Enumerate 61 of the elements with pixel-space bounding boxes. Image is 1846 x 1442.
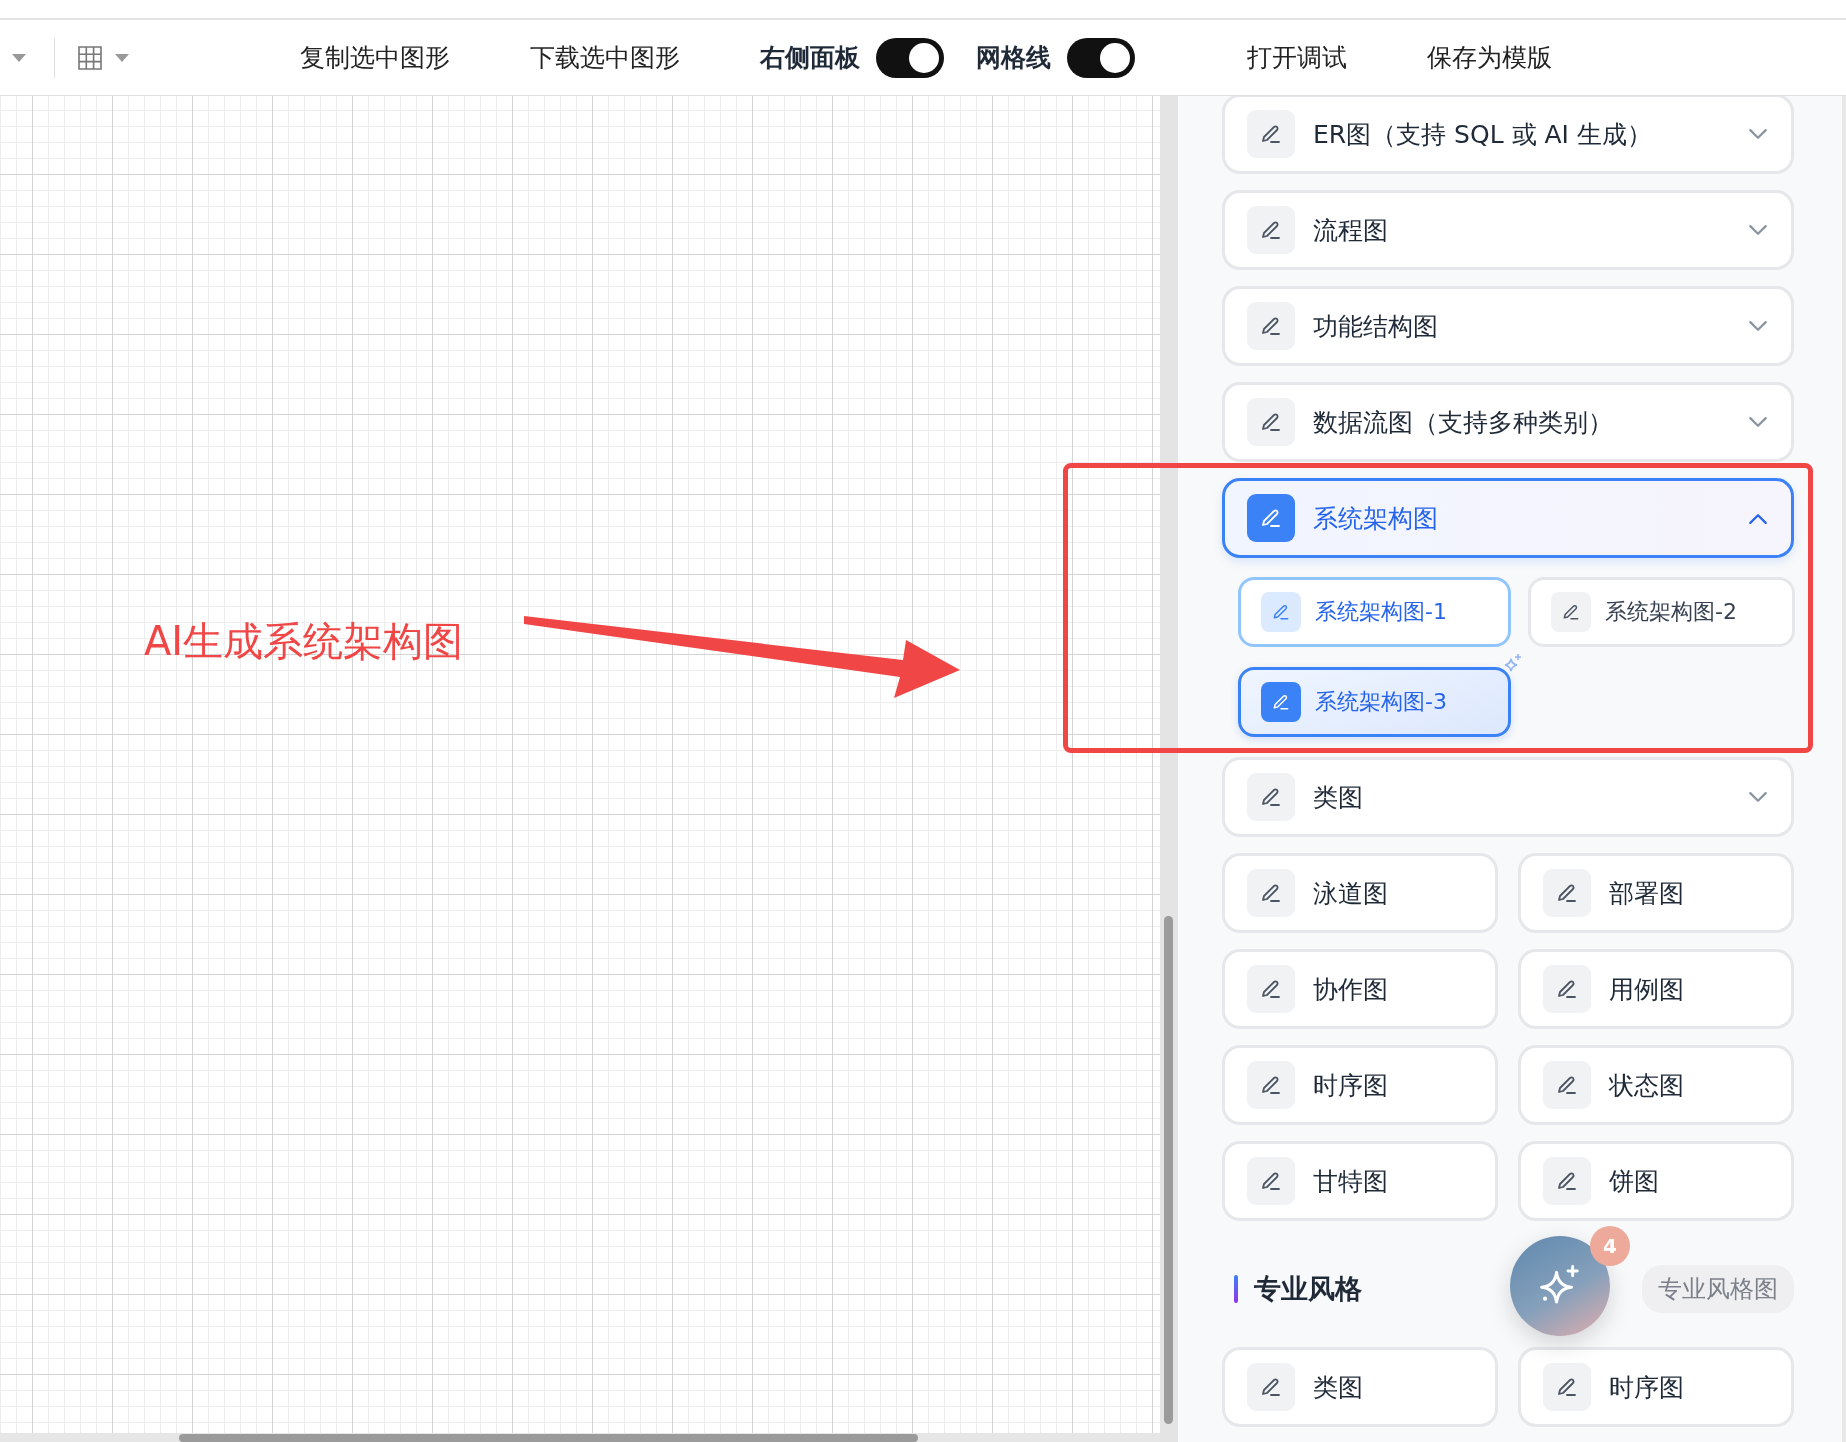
toolbar-button[interactable]: 保存为模版 bbox=[1427, 41, 1552, 74]
accordion-header[interactable]: 数据流图（支持多种类别） bbox=[1222, 382, 1794, 462]
pencil-icon bbox=[1247, 494, 1295, 542]
diagram-variant-button[interactable]: 系统架构图-2 bbox=[1528, 577, 1795, 647]
chevron-down-icon bbox=[1749, 128, 1767, 140]
annotation-text: AI生成系统架构图 bbox=[144, 617, 464, 666]
pencil-icon bbox=[1247, 869, 1295, 917]
pencil-icon bbox=[1261, 682, 1301, 722]
diagram-type-button[interactable]: 协作图 bbox=[1222, 949, 1498, 1029]
caret-icon[interactable] bbox=[12, 53, 26, 62]
toolbar-button[interactable]: 下载选中图形 bbox=[530, 41, 680, 74]
toolbar-button[interactable]: 复制选中图形 bbox=[300, 41, 450, 74]
scrollbar[interactable] bbox=[1164, 916, 1173, 1424]
accent-bar bbox=[1234, 1275, 1238, 1303]
chevron-down-icon bbox=[1749, 416, 1767, 428]
pencil-icon bbox=[1247, 398, 1295, 446]
diagram-type-button[interactable]: 状态图 bbox=[1518, 1045, 1794, 1125]
pencil-icon bbox=[1543, 869, 1591, 917]
pencil-icon bbox=[1247, 110, 1295, 158]
table-icon[interactable] bbox=[77, 44, 103, 71]
chevron-down-icon bbox=[1749, 320, 1767, 332]
diagram-variant-button[interactable]: 系统架构图-3 bbox=[1238, 667, 1511, 737]
pencil-icon bbox=[1247, 1157, 1295, 1205]
diagram-type-button[interactable]: 泳道图 bbox=[1222, 853, 1498, 933]
diagram-type-button[interactable]: 用例图 bbox=[1518, 949, 1794, 1029]
scrollbar[interactable] bbox=[179, 1434, 918, 1442]
toolbar-button[interactable]: 打开调试 bbox=[1247, 41, 1347, 74]
chevron-down-icon bbox=[1749, 791, 1767, 803]
caret-icon[interactable] bbox=[115, 53, 129, 62]
pencil-icon bbox=[1543, 1157, 1591, 1205]
pencil-icon bbox=[1543, 1061, 1591, 1109]
toggle-switch[interactable] bbox=[876, 37, 944, 78]
pencil-icon bbox=[1247, 965, 1295, 1013]
accordion-header[interactable]: 系统架构图 bbox=[1222, 478, 1794, 558]
accordion-header[interactable]: ER图（支持 SQL 或 AI 生成） bbox=[1222, 96, 1794, 174]
accordion-header[interactable]: 流程图 bbox=[1222, 190, 1794, 270]
toggle-label: 网格线 bbox=[976, 42, 1051, 74]
pencil-icon bbox=[1543, 965, 1591, 1013]
toggle-label: 右侧面板 bbox=[760, 42, 860, 74]
diagram-type-button[interactable]: 时序图 bbox=[1518, 1347, 1794, 1427]
diagram-type-button[interactable]: 部署图 bbox=[1518, 853, 1794, 933]
pencil-icon bbox=[1247, 1363, 1295, 1411]
section-title: 专业风格 bbox=[1254, 1272, 1362, 1306]
diagram-type-button[interactable]: 类图 bbox=[1222, 1347, 1498, 1427]
diagram-variant-button[interactable]: 系统架构图-1 bbox=[1238, 577, 1511, 647]
chevron-down-icon bbox=[1749, 224, 1767, 236]
pencil-icon bbox=[1551, 592, 1591, 632]
pencil-icon bbox=[1261, 592, 1301, 632]
diagram-type-button[interactable]: 时序图 bbox=[1222, 1045, 1498, 1125]
toggle-switch[interactable] bbox=[1067, 37, 1135, 78]
grid-canvas[interactable] bbox=[0, 96, 1160, 1442]
accordion-header[interactable]: 类图 bbox=[1222, 757, 1794, 837]
pencil-icon bbox=[1543, 1363, 1591, 1411]
chevron-up-icon bbox=[1749, 512, 1767, 524]
diagram-type-button[interactable]: 甘特图 bbox=[1222, 1141, 1498, 1221]
diagram-type-button[interactable]: 饼图 bbox=[1518, 1141, 1794, 1221]
accordion-header[interactable]: 功能结构图 bbox=[1222, 286, 1794, 366]
pencil-icon bbox=[1247, 302, 1295, 350]
pencil-icon bbox=[1247, 773, 1295, 821]
pencil-icon bbox=[1247, 1061, 1295, 1109]
pencil-icon bbox=[1247, 206, 1295, 254]
